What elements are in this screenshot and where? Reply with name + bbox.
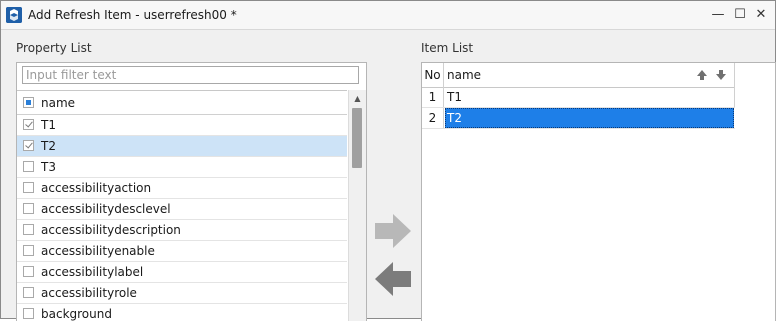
row-checkbox[interactable]: [23, 287, 34, 298]
property-row-accessibilitydesclevel[interactable]: accessibilitydesclevel: [17, 199, 347, 220]
row-label: accessibilitydesclevel: [41, 202, 171, 216]
row-checkbox[interactable]: [23, 266, 34, 277]
property-list-scrollbar[interactable]: ▲: [348, 90, 366, 321]
row-label: T2: [41, 139, 56, 153]
add-refresh-item-dialog: Add Refresh Item - userrefresh00 * — ☐ ✕…: [0, 0, 776, 321]
column-header-name[interactable]: name: [447, 68, 481, 82]
arrow-left-icon: [375, 262, 411, 296]
row-checkbox[interactable]: [23, 245, 34, 256]
property-row-t3[interactable]: T3: [17, 157, 347, 178]
property-row-accessibilityaction[interactable]: accessibilityaction: [17, 178, 347, 199]
item-row-selected[interactable]: 2 T2: [422, 108, 735, 129]
select-all-checkbox[interactable]: [23, 97, 34, 108]
property-row-t2[interactable]: T2: [17, 136, 347, 157]
close-button[interactable]: ✕: [753, 7, 769, 23]
property-row-t1[interactable]: T1: [17, 115, 347, 136]
item-table-header: No name: [422, 63, 735, 88]
row-checkbox[interactable]: [23, 140, 34, 151]
row-checkbox[interactable]: [23, 182, 34, 193]
item-list-label: Item List: [421, 41, 474, 55]
arrow-right-icon: [375, 214, 411, 248]
property-row-accessibilityenable[interactable]: accessibilityenable: [17, 241, 347, 262]
column-divider: [443, 63, 444, 87]
arrow-up-icon[interactable]: [696, 69, 708, 81]
scroll-thumb[interactable]: [352, 108, 362, 168]
row-label: accessibilityrole: [41, 286, 137, 300]
row-checkbox[interactable]: [23, 161, 34, 172]
item-row[interactable]: 1 T1: [422, 87, 735, 108]
column-divider: [443, 87, 444, 107]
property-list-label: Property List: [16, 41, 92, 55]
item-name: T1: [447, 90, 462, 104]
property-list-header-label: name: [41, 96, 76, 110]
minimize-button[interactable]: —: [710, 7, 726, 23]
remove-item-button[interactable]: [371, 257, 415, 301]
row-label: accessibilitylabel: [41, 265, 144, 279]
scroll-up-icon[interactable]: ▲: [349, 92, 366, 106]
row-label: T3: [41, 160, 56, 174]
column-header-no[interactable]: No: [422, 68, 443, 82]
row-label: accessibilityaction: [41, 181, 152, 195]
row-checkbox[interactable]: [23, 119, 34, 130]
row-checkbox[interactable]: [23, 203, 34, 214]
property-list-header: name: [17, 91, 347, 115]
row-checkbox[interactable]: [23, 308, 34, 319]
row-label: accessibilitydescription: [41, 223, 181, 237]
row-checkbox[interactable]: [23, 224, 34, 235]
item-list-panel: No name 1 T1 2 T2: [421, 62, 776, 321]
column-divider: [734, 87, 735, 107]
column-divider: [443, 108, 444, 128]
row-label: accessibilityenable: [41, 244, 155, 258]
item-no: 2: [428, 111, 437, 125]
column-divider: [734, 63, 735, 87]
arrow-down-icon[interactable]: [715, 69, 727, 81]
filter-input[interactable]: [22, 66, 359, 84]
item-name: T2: [447, 111, 462, 125]
add-item-button[interactable]: [371, 209, 415, 253]
window-title: Add Refresh Item - userrefresh00 *: [28, 8, 237, 22]
maximize-button[interactable]: ☐: [732, 7, 748, 23]
title-bar[interactable]: Add Refresh Item - userrefresh00 * — ☐ ✕: [1, 1, 775, 30]
property-row-background[interactable]: background: [17, 304, 347, 322]
property-list: name T1 T2 T3 accessibilityaction access…: [17, 90, 347, 322]
item-no: 1: [428, 90, 437, 104]
property-row-accessibilitydescription[interactable]: accessibilitydescription: [17, 220, 347, 241]
app-icon: [6, 7, 22, 23]
property-row-accessibilityrole[interactable]: accessibilityrole: [17, 283, 347, 304]
row-label: T1: [41, 118, 56, 132]
selection-highlight: [445, 108, 734, 128]
property-list-panel: name T1 T2 T3 accessibilityaction access…: [16, 62, 367, 321]
property-row-accessibilitylabel[interactable]: accessibilitylabel: [17, 262, 347, 283]
